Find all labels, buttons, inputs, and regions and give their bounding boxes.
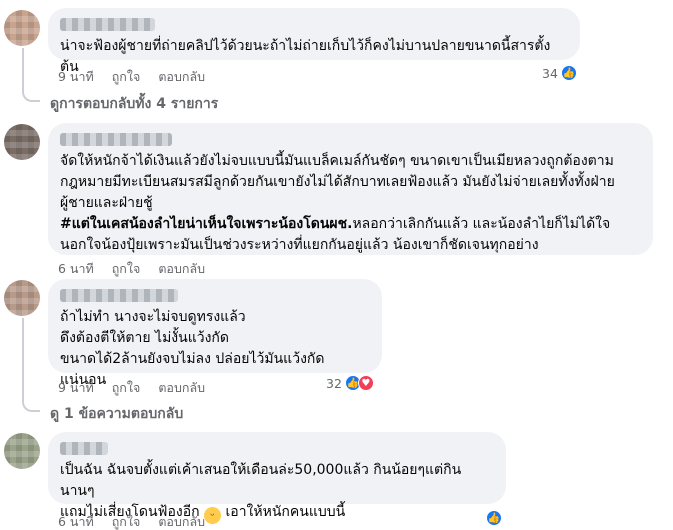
reaction-summary[interactable]: 32 👍 ♥ <box>326 375 374 391</box>
like-button[interactable]: ถูกใจ <box>112 259 141 279</box>
comment-text-part: จัดให้หนักจ้าได้เงินแล้วยังไม่จบแบบนี้มั… <box>60 153 615 211</box>
comment-time: 9 นาที <box>58 380 94 395</box>
view-replies-link[interactable]: ดู 1 ข้อความตอบกลับ <box>50 403 183 425</box>
comment-actions: 9 นาที ถูกใจ ตอบกลับ <box>58 378 205 398</box>
grinning-sweat-emoji-icon: ᵕ <box>204 507 222 524</box>
avatar[interactable] <box>4 124 40 160</box>
reply-button[interactable]: ตอบกลับ <box>158 378 205 398</box>
comment-actions: 6 นาที ถูกใจ ตอบกลับ <box>58 259 205 279</box>
comment-text: จัดให้หนักจ้าได้เงินแล้วยังไม่จบแบบนี้มั… <box>60 151 641 256</box>
commenter-name[interactable] <box>60 18 155 31</box>
view-replies-link[interactable]: ดูการตอบกลับทั้ง 4 รายการ <box>50 93 218 115</box>
like-button[interactable]: ถูกใจ <box>112 67 141 87</box>
commenter-name[interactable] <box>60 442 108 455</box>
reply-button[interactable]: ตอบกลับ <box>158 259 205 279</box>
thumbs-up-icon: 👍 <box>486 510 502 526</box>
like-button[interactable]: ถูกใจ <box>112 378 141 398</box>
comment-bubble: ถ้าไม่ทำ นางจะไม่จบดูทรงแล้ว ดึงต้องตีให… <box>48 279 382 388</box>
comment-time: 6 นาที <box>58 514 94 529</box>
like-button[interactable]: ถูกใจ <box>112 512 141 530</box>
comment-actions: 6 นาที ถูกใจ ตอบกลับ <box>58 512 205 530</box>
commenter-name[interactable] <box>60 133 172 146</box>
reaction-count: 34 <box>542 65 558 81</box>
avatar[interactable] <box>4 280 40 316</box>
comment-bubble: จัดให้หนักจ้าได้เงินแล้วยังไม่จบแบบนี้มั… <box>48 123 653 255</box>
reply-button[interactable]: ตอบกลับ <box>158 512 205 530</box>
thread-connector <box>22 318 40 412</box>
reaction-count: 32 <box>326 375 342 391</box>
comment-text-part: เอาให้หนักคนแบบนี้ <box>221 504 346 520</box>
comment-time: 9 นาที <box>58 69 94 84</box>
comment-bubble: เป็นฉัน ฉันจบตั้งแต่เค้าเสนอให้เดือนล่ะ5… <box>48 432 506 524</box>
view-replies-text: ดู 1 ข้อความตอบกลับ <box>50 406 184 422</box>
thread-connector <box>22 48 40 102</box>
reply-button[interactable]: ตอบกลับ <box>158 67 205 87</box>
thumbs-up-icon: 👍 <box>560 65 577 81</box>
comment-actions: 9 นาที ถูกใจ ตอบกลับ <box>58 67 205 87</box>
avatar[interactable] <box>4 433 40 469</box>
hashtag-link[interactable]: #แต่ในเคสน้องลำไยน่าเห็นใจเพราะน้องโดนผช… <box>60 216 352 232</box>
comment-bubble: น่าจะฟ้องผู้ชายที่ถ่ายคลิปไว้ด้วยนะถ้าไม… <box>48 8 580 75</box>
reaction-summary[interactable]: 👍 <box>486 510 502 526</box>
comment-time: 6 นาที <box>58 261 94 276</box>
commenter-name[interactable] <box>60 289 178 302</box>
reaction-summary[interactable]: 34 👍 <box>542 65 577 81</box>
heart-icon: ♥ <box>357 375 374 391</box>
view-replies-text: ดูการตอบกลับทั้ง 4 รายการ <box>50 96 219 112</box>
avatar[interactable] <box>4 10 40 46</box>
